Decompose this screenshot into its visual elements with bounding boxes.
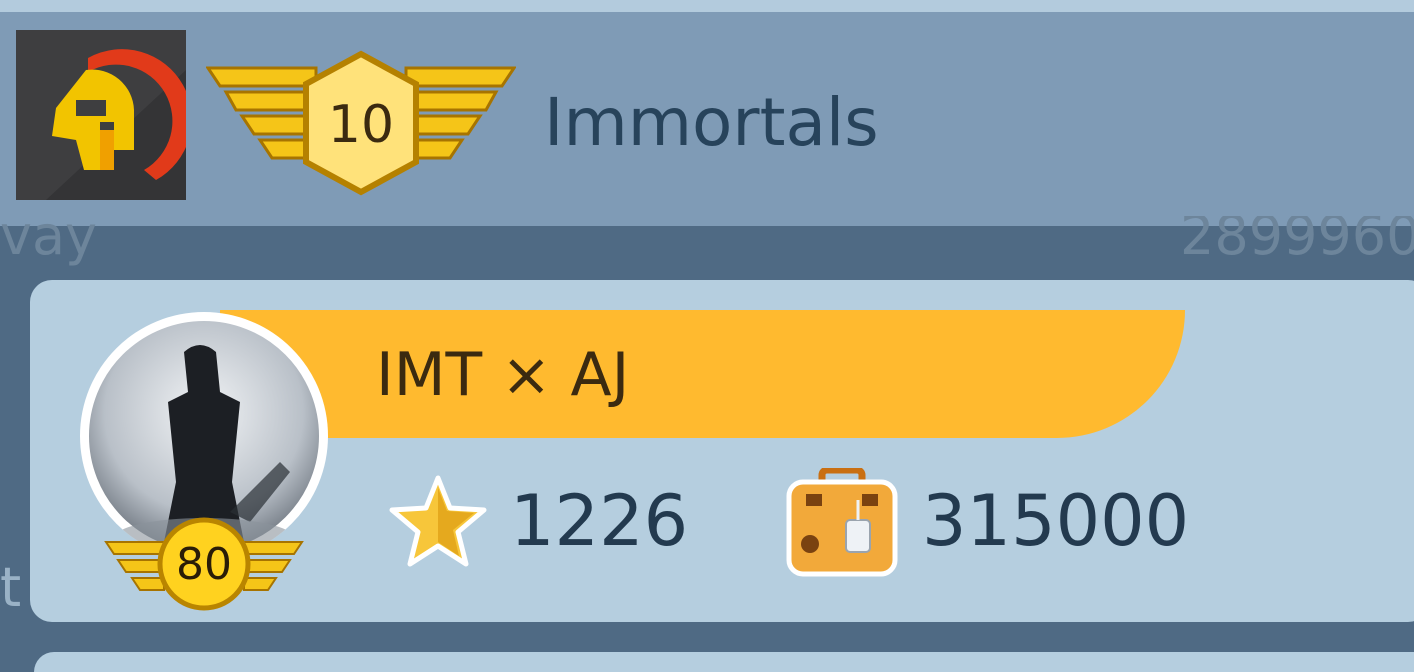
- background-text-left-lower: t: [0, 556, 22, 619]
- spartan-helmet-icon: [16, 30, 186, 200]
- trophy-count: 1226: [510, 480, 689, 562]
- team-level-number: 10: [327, 95, 395, 155]
- member-name: IMT × AJ: [376, 340, 630, 410]
- player-level-badge: 80: [104, 514, 304, 614]
- star-icon: [389, 475, 487, 567]
- top-strip: [0, 0, 1414, 12]
- player-level-number: 80: [176, 538, 232, 590]
- next-member-card[interactable]: [34, 652, 1414, 672]
- team-level-badge: 10: [206, 50, 516, 200]
- suitcase-icon: [786, 468, 898, 577]
- member-name-banner: [220, 310, 1185, 438]
- coin-count: 315000: [922, 480, 1190, 562]
- background-text-left: vay: [0, 216, 98, 266]
- background-text-right: 2899960: [1180, 216, 1414, 266]
- team-name: Immortals: [544, 84, 879, 161]
